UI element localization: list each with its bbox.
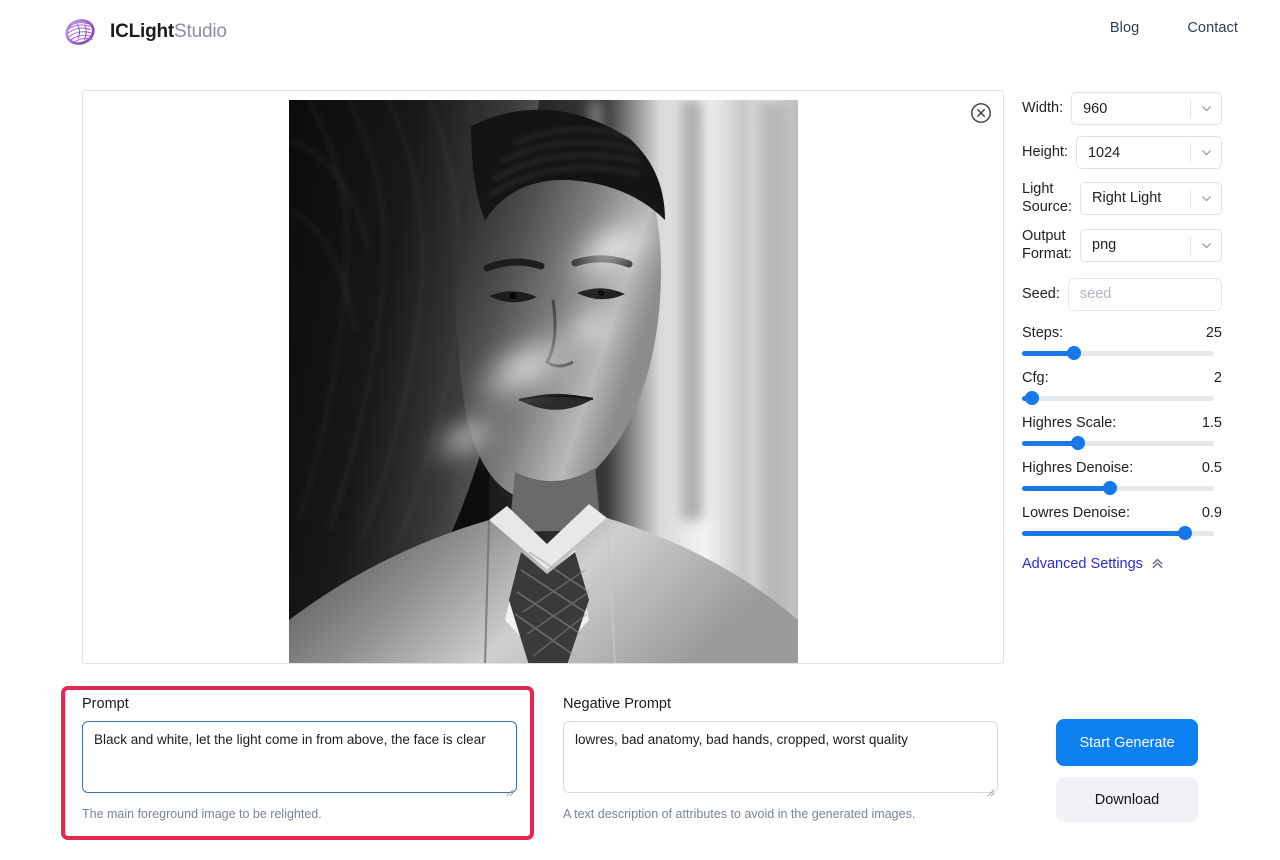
start-generate-button[interactable]: Start Generate [1056,719,1198,766]
slider-cfg: Cfg: 2 [1022,370,1222,401]
spiral-ring-logo-icon [62,14,98,50]
slider-lowres-denoise-head: Lowres Denoise: 0.9 [1022,505,1222,521]
seed-row: Seed: [1022,278,1222,311]
slider-highres-denoise-label: Highres Denoise: [1022,460,1133,476]
chevron-down-icon[interactable] [1191,137,1221,168]
slider-cfg-track[interactable] [1022,396,1214,401]
slider-highres-denoise-track[interactable] [1022,486,1214,491]
slider-highres-denoise-thumb[interactable] [1103,481,1117,495]
image-preview-panel [82,90,1004,664]
brand-title-sub: Studio [174,21,227,42]
slider-lowres-denoise: Lowres Denoise: 0.9 [1022,505,1222,536]
width-label: Width: [1022,99,1071,117]
prompt-input[interactable] [82,721,517,793]
slider-lowres-denoise-value: 0.9 [1202,505,1222,521]
prompt-textarea-wrap [82,721,517,798]
slider-steps-value: 25 [1206,325,1222,341]
slider-highres-scale-fill [1022,441,1078,446]
slider-cfg-value: 2 [1214,370,1222,386]
slider-cfg-head: Cfg: 2 [1022,370,1222,386]
output-format-label: Output Format: [1022,227,1080,263]
slider-highres-scale-head: Highres Scale: 1.5 [1022,415,1222,431]
slider-lowres-denoise-label: Lowres Denoise: [1022,505,1130,521]
chevron-down-icon[interactable] [1191,183,1221,214]
slider-highres-scale-label: Highres Scale: [1022,415,1116,431]
light-source-combobox[interactable]: Right Light [1080,182,1222,215]
slider-lowres-denoise-thumb[interactable] [1178,526,1192,540]
light-source-label: Light Source: [1022,180,1080,216]
slider-lowres-denoise-track[interactable] [1022,531,1214,536]
brand[interactable]: ICLightStudio [62,14,227,50]
slider-cfg-label: Cfg: [1022,370,1049,386]
slider-highres-denoise-head: Highres Denoise: 0.5 [1022,460,1222,476]
slider-highres-denoise-value: 0.5 [1202,460,1222,476]
slider-highres-scale-thumb[interactable] [1071,436,1085,450]
advanced-settings-label: Advanced Settings [1022,556,1143,572]
slider-cfg-thumb[interactable] [1025,391,1039,405]
advanced-settings-toggle[interactable]: Advanced Settings [1022,556,1165,572]
slider-highres-denoise: Highres Denoise: 0.5 [1022,460,1222,491]
output-format-row: Output Format: png [1022,227,1222,263]
slider-lowres-denoise-fill [1022,531,1185,536]
negative-prompt-input[interactable] [563,721,998,793]
slider-steps-thumb[interactable] [1067,346,1081,360]
app-header: ICLightStudio Blog Contact [0,0,1280,64]
negative-prompt-textarea-wrap [563,721,998,798]
height-label: Height: [1022,143,1076,161]
prompt-field-group: Prompt The main foreground image to be r… [82,696,517,821]
brand-title-main: ICLight [110,21,174,42]
width-combobox[interactable]: 960 [1071,92,1222,125]
slider-steps-head: Steps: 25 [1022,325,1222,341]
chevron-down-icon[interactable] [1191,230,1221,261]
slider-steps: Steps: 25 [1022,325,1222,356]
result-image[interactable] [289,100,798,664]
width-value: 960 [1072,101,1190,117]
width-row: Width: 960 [1022,92,1222,125]
nav-link-blog[interactable]: Blog [1110,20,1139,36]
slider-highres-scale: Highres Scale: 1.5 [1022,415,1222,446]
double-chevron-up-icon [1150,556,1165,571]
chevron-down-icon[interactable] [1191,93,1221,124]
header-nav: Blog Contact [1110,20,1238,36]
height-combobox[interactable]: 1024 [1076,136,1222,169]
light-source-row: Light Source: Right Light [1022,180,1222,216]
prompt-help-text: The main foreground image to be relighte… [82,807,517,821]
slider-steps-label: Steps: [1022,325,1063,341]
slider-steps-track[interactable] [1022,351,1214,356]
seed-input[interactable] [1068,278,1222,311]
negative-prompt-title: Negative Prompt [563,696,998,712]
seed-label: Seed: [1022,285,1068,303]
circle-x-close-icon[interactable] [969,101,993,125]
slider-highres-scale-value: 1.5 [1202,415,1222,431]
light-source-value: Right Light [1081,190,1190,206]
height-row: Height: 1024 [1022,136,1222,169]
slider-highres-scale-track[interactable] [1022,441,1214,446]
nav-link-contact[interactable]: Contact [1187,20,1238,36]
slider-highres-denoise-fill [1022,486,1110,491]
output-format-combobox[interactable]: png [1080,229,1222,262]
height-value: 1024 [1077,145,1190,161]
settings-panel: Width: 960 Height: 1024 Light Source: Ri… [1022,92,1222,573]
output-format-value: png [1081,237,1190,253]
download-button[interactable]: Download [1056,777,1198,822]
prompt-title: Prompt [82,696,517,712]
brand-title: ICLightStudio [110,21,227,43]
negative-prompt-help-text: A text description of attributes to avoi… [563,807,998,821]
negative-prompt-field-group: Negative Prompt A text description of at… [563,696,998,821]
